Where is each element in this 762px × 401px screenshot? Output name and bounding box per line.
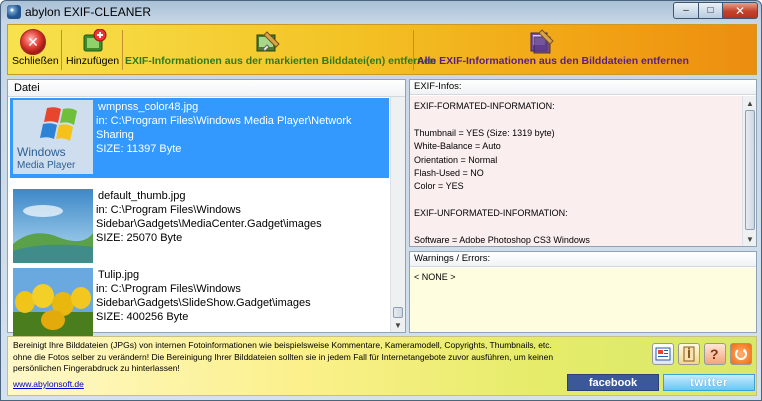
question-icon[interactable]: ? — [704, 343, 726, 365]
title-bar: abylon EXIF-CLEANER – □ ✕ — [1, 1, 761, 23]
file-thumbnail: Windows Media Player — [13, 100, 93, 174]
file-name: Tulip.jpg — [98, 269, 140, 281]
toolbar-separator — [122, 30, 123, 70]
warnings-header: Warnings / Errors: — [410, 252, 756, 267]
close-button[interactable]: ✕ Schließen — [8, 25, 59, 74]
minimize-button[interactable]: – — [673, 2, 699, 19]
app-window: abylon EXIF-CLEANER – □ ✕ ✕ Schließen Hi… — [0, 0, 762, 401]
add-button-label: Hinzufügen — [66, 55, 120, 67]
toolbar: ✕ Schließen Hinzufügen EXIF-Informatione… — [7, 24, 757, 75]
exif-scrollbar[interactable]: ▲ ▼ — [742, 96, 756, 246]
toolbar-separator — [413, 30, 414, 70]
scroll-up-icon[interactable]: ▲ — [743, 96, 757, 110]
app-icon — [7, 5, 21, 19]
remove-all-exif-label: Alle EXIF-Informationen aus den Bilddate… — [417, 55, 689, 67]
file-thumbnail — [13, 189, 93, 263]
update-icon[interactable] — [730, 343, 752, 365]
scrollbar-thumb[interactable] — [393, 307, 403, 318]
clean-all-images-icon — [530, 29, 554, 54]
file-name: wmpnss_color48.jpg — [98, 101, 199, 113]
website-link[interactable]: www.abylonsoft.de — [13, 379, 84, 389]
file-list-item[interactable]: default_thumb.jpg in: C:\Program Files\W… — [10, 187, 389, 267]
file-list: Datei Windows Media Player wmpnss_color4… — [7, 79, 406, 342]
add-image-icon — [83, 29, 107, 52]
facebook-button[interactable]: facebook — [567, 374, 659, 391]
file-size: SIZE: 25070 Byte — [96, 232, 183, 244]
file-path: in: C:\Program Files\Windows Sidebar\Gad… — [96, 283, 311, 309]
exif-info-header: EXIF-Infos: — [410, 80, 756, 95]
remove-all-exif-button[interactable]: Alle EXIF-Informationen aus den Bilddate… — [417, 25, 689, 74]
footer-banner: Bereinigt Ihre Bilddateien (JPGs) von in… — [7, 336, 757, 396]
exif-info-panel: EXIF-Infos: EXIF-FORMATED-INFORMATION: T… — [409, 79, 757, 247]
file-path: in: C:\Program Files\Windows Sidebar\Gad… — [96, 204, 322, 230]
clean-image-icon — [256, 31, 280, 52]
file-list-scrollbar[interactable]: ▼ — [390, 97, 405, 332]
thumbnail-caption-1: Windows — [17, 145, 66, 159]
file-path: in: C:\Program Files\Windows Media Playe… — [96, 115, 352, 141]
file-size: SIZE: 400256 Byte — [96, 311, 189, 323]
remove-selected-exif-label: EXIF-Informationen aus der markierten Bi… — [125, 55, 436, 67]
add-button[interactable]: Hinzufügen — [65, 25, 121, 74]
windows-media-player-logo: Windows Media Player — [13, 100, 93, 174]
close-window-button[interactable]: ✕ — [722, 2, 758, 19]
scrollbar-thumb[interactable] — [745, 110, 755, 230]
remove-selected-exif-button[interactable]: EXIF-Informationen aus der markierten Bi… — [125, 25, 436, 74]
close-icon: ✕ — [20, 29, 46, 55]
toolbar-separator — [61, 30, 62, 70]
close-button-label: Schließen — [12, 55, 59, 67]
tulip-thumbnail — [13, 268, 93, 342]
file-name: default_thumb.jpg — [98, 190, 186, 202]
file-size: SIZE: 11397 Byte — [96, 143, 182, 155]
file-list-item[interactable]: Tulip.jpg in: C:\Program Files\Windows S… — [10, 266, 389, 346]
window-title: abylon EXIF-CLEANER — [25, 5, 152, 19]
info-icon[interactable] — [652, 343, 674, 365]
landscape-thumbnail — [13, 189, 93, 263]
scroll-down-icon[interactable]: ▼ — [743, 232, 757, 246]
footer-description: Bereinigt Ihre Bilddateien (JPGs) von in… — [13, 340, 554, 373]
file-column-header[interactable]: Datei — [8, 80, 405, 97]
warnings-panel: Warnings / Errors: < NONE > — [409, 251, 757, 333]
scroll-down-icon[interactable]: ▼ — [391, 318, 405, 332]
help-book-icon[interactable] — [678, 343, 700, 365]
maximize-button[interactable]: □ — [698, 2, 723, 19]
thumbnail-caption-2: Media Player — [17, 160, 76, 171]
twitter-button[interactable]: twitter — [663, 374, 755, 391]
warnings-text[interactable]: < NONE > — [410, 268, 756, 332]
file-list-item[interactable]: Windows Media Player wmpnss_color48.jpg … — [10, 98, 389, 178]
svg-text:?: ? — [710, 346, 719, 362]
exif-info-text[interactable]: EXIF-FORMATED-INFORMATION: Thumbnail = Y… — [410, 96, 742, 246]
file-thumbnail — [13, 268, 93, 342]
